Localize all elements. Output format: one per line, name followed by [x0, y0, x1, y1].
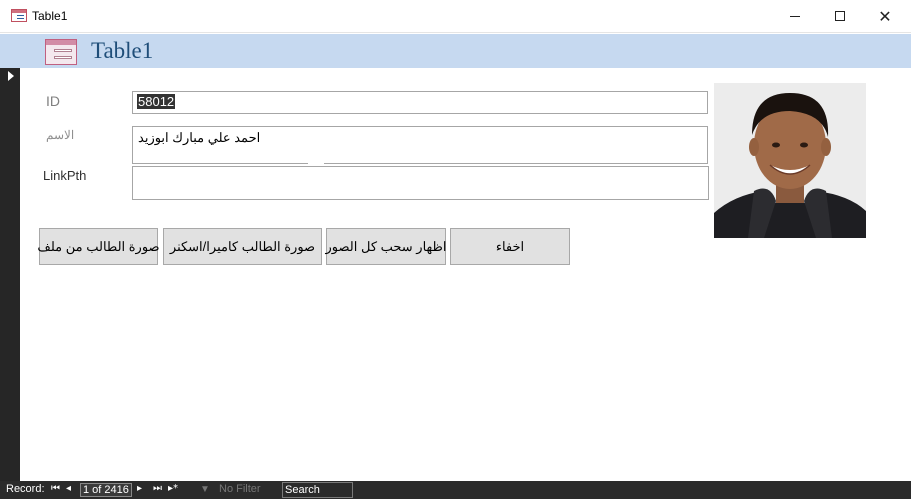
- id-field[interactable]: 58012: [132, 91, 708, 114]
- filter-status[interactable]: No Filter: [219, 483, 261, 495]
- table-icon: [11, 9, 27, 22]
- window-title: Table1: [32, 9, 68, 23]
- form-header: Table1: [0, 34, 911, 68]
- record-position-input[interactable]: 1 of 2416: [80, 483, 132, 497]
- filter-icon[interactable]: ▼: [200, 484, 212, 496]
- student-photo: [714, 83, 866, 238]
- maximize-icon: [835, 11, 845, 21]
- name-field[interactable]: احمد علي مبارك ابوزيد: [132, 126, 708, 164]
- id-label: ID: [46, 93, 60, 109]
- last-record-icon[interactable]: ⏭: [153, 483, 162, 494]
- link-label: LinkPth: [43, 168, 87, 183]
- first-record-icon[interactable]: ⏮: [51, 483, 60, 494]
- record-label: Record:: [6, 483, 45, 495]
- show-all-photos-button[interactable]: اظهار سحب كل الصور: [326, 228, 446, 265]
- maximize-button[interactable]: [817, 0, 863, 32]
- photo-camera-scanner-button[interactable]: صورة الطالب كاميرا/اسكنر: [163, 228, 322, 265]
- next-record-icon[interactable]: ▸: [137, 483, 142, 494]
- photo-from-file-button[interactable]: صورة الطالب من ملف: [37, 228, 160, 265]
- form-icon: [45, 39, 77, 65]
- current-record-arrow-icon: [8, 71, 14, 81]
- name-label: الاسم: [46, 128, 75, 142]
- record-selector[interactable]: [0, 68, 20, 481]
- minimize-button[interactable]: [772, 0, 818, 32]
- previous-record-icon[interactable]: ◂: [66, 483, 71, 494]
- close-button[interactable]: ✕: [862, 0, 908, 32]
- search-input[interactable]: Search: [282, 482, 353, 498]
- title-bar: Table1 ✕: [0, 0, 911, 33]
- new-record-icon[interactable]: ▸*: [168, 483, 178, 494]
- hide-button[interactable]: اخفاء: [450, 228, 570, 265]
- form-title: Table1: [91, 38, 154, 63]
- minimize-icon: [790, 15, 800, 17]
- close-icon: ✕: [878, 6, 892, 26]
- link-path-field[interactable]: [132, 166, 709, 200]
- id-value: 58012: [137, 94, 176, 109]
- record-navigation-bar: Record: ⏮ ◂ 1 of 2416 ▸ ⏭ ▸* ▼ No Filter…: [0, 481, 911, 499]
